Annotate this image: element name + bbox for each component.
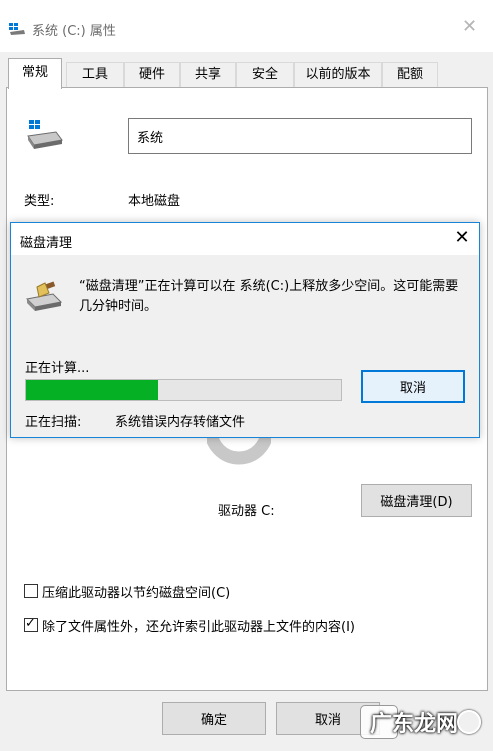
disk-cleanup-button[interactable]: 磁盘清理(D) <box>361 484 472 517</box>
index-label: 除了文件属性外，还允许索引此驱动器上文件的内容(I) <box>42 620 355 635</box>
dialog-close-icon[interactable]: ✕ <box>451 228 473 248</box>
disk-usage-donut-icon <box>207 430 271 465</box>
compress-checkbox[interactable] <box>24 584 38 598</box>
disk-cleanup-dialog: 磁盘清理 ✕ “磁盘清理”正在计算可以在 系统(C:)上释放多少空间。这可能需要… <box>10 222 480 438</box>
disk-cleanup-icon <box>25 281 63 311</box>
index-checkbox[interactable]: ✓ <box>24 616 38 632</box>
progress-bar <box>25 379 342 401</box>
compress-label: 压缩此驱动器以节约磁盘空间(C) <box>42 586 231 601</box>
volume-name-input[interactable] <box>128 118 472 154</box>
watermark: 广东龙网 <box>360 703 490 741</box>
watermark-text: 广东龙网 <box>370 712 459 737</box>
type-label: 类型: <box>24 194 55 209</box>
drive-icon <box>27 120 63 149</box>
checkmark-icon: ✓ <box>25 616 36 631</box>
tab-tools[interactable]: 工具 <box>66 62 124 88</box>
tab-hardware[interactable]: 硬件 <box>124 62 180 88</box>
scanning-label: 正在扫描: <box>25 415 82 430</box>
drive-caption: 驱动器 C: <box>218 504 275 519</box>
watermark-circle <box>457 710 481 734</box>
tab-strip: 常规 工具 硬件 共享 安全 以前的版本 配额 <box>8 58 488 89</box>
scanning-item: 系统错误内存转储文件 <box>115 415 246 430</box>
tab-quota[interactable]: 配额 <box>382 62 438 88</box>
tab-previous-versions[interactable]: 以前的版本 <box>294 62 382 88</box>
drive-icon <box>9 23 25 35</box>
tab-sharing[interactable]: 共享 <box>180 62 236 88</box>
dialog-cancel-button[interactable]: 取消 <box>361 370 465 403</box>
title-bar: 系统 (C:) 属性 ✕ <box>0 0 493 52</box>
progress-bar-fill <box>26 380 158 400</box>
type-value: 本地磁盘 <box>128 194 181 209</box>
dialog-message: “磁盘清理”正在计算可以在 系统(C:)上释放多少空间。这可能需要几分钟时间。 <box>79 279 459 314</box>
ok-button[interactable]: 确定 <box>162 702 266 735</box>
dialog-title: 磁盘清理 <box>20 236 73 251</box>
tab-security[interactable]: 安全 <box>236 62 294 88</box>
calculating-label: 正在计算... <box>25 361 90 376</box>
tab-general[interactable]: 常规 <box>8 58 62 89</box>
window-title: 系统 (C:) 属性 <box>32 24 116 39</box>
dialog-body: “磁盘清理”正在计算可以在 系统(C:)上释放多少空间。这可能需要几分钟时间。 … <box>11 255 479 437</box>
close-icon[interactable]: ✕ <box>462 18 477 36</box>
